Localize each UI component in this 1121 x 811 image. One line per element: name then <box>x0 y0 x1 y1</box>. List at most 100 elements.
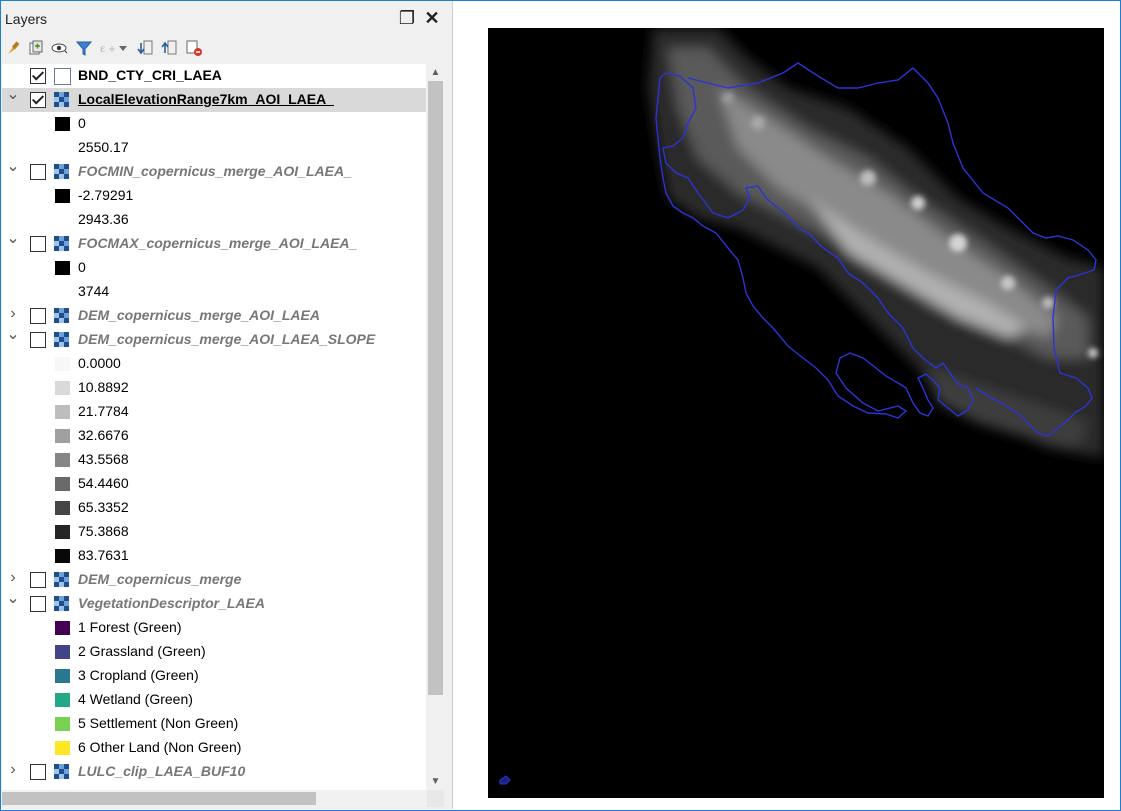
expand-arrow-icon[interactable]: › <box>6 762 20 778</box>
layer-visibility-checkbox[interactable] <box>30 68 46 84</box>
expand-arrow-icon[interactable]: › <box>6 306 20 322</box>
horizontal-scroll-thumb[interactable] <box>2 792 316 805</box>
legend-label: 3 Cropland (Green) <box>78 667 199 683</box>
raster-layer-icon <box>54 596 70 612</box>
layer-row[interactable]: › DEM_copernicus_merge_AOI_LAEA <box>2 304 426 328</box>
float-panel-icon[interactable]: ❐ <box>397 7 417 29</box>
legend-swatch <box>55 453 70 467</box>
add-group-icon[interactable] <box>27 39 45 57</box>
layer-name[interactable]: LULC_clip_LAEA_BUF10 <box>78 763 245 779</box>
layer-row[interactable]: BND_CTY_CRI_LAEA <box>2 64 426 88</box>
layer-visibility-checkbox[interactable] <box>30 92 46 108</box>
legend-item: 0 <box>2 112 426 136</box>
layer-name[interactable]: LocalElevationRange7km_AOI_LAEA_ <box>78 91 334 107</box>
legend-swatch <box>55 477 70 491</box>
legend-label: 1 Forest (Green) <box>78 619 182 635</box>
raster-layer-icon <box>54 764 70 780</box>
layer-visibility-checkbox[interactable] <box>30 308 46 324</box>
layer-name[interactable]: DEM_copernicus_merge_AOI_LAEA <box>78 307 320 323</box>
legend-label: 6 Other Land (Non Green) <box>78 739 242 755</box>
raster-layer-icon <box>54 572 70 588</box>
collapse-arrow-icon[interactable]: ⌄ <box>6 159 20 175</box>
layer-row[interactable]: › LULC_clip_LAEA_BUF10 <box>2 760 426 784</box>
map-canvas[interactable] <box>488 28 1104 798</box>
expression-filter-icon[interactable]: ε <box>99 39 117 57</box>
scroll-up-icon[interactable]: ▲ <box>427 64 444 81</box>
expand-arrow-icon[interactable]: › <box>6 570 20 586</box>
legend-item: 1 Forest (Green) <box>2 616 426 640</box>
raster-layer-icon <box>54 92 70 108</box>
layers-panel: Layers ❐ ✕ ε BND_CTY_CRI_LAEA ⌄ LocalEleva… <box>1 1 453 809</box>
legend-item: 54.4460 <box>2 472 426 496</box>
layer-visibility-checkbox[interactable] <box>30 764 46 780</box>
layer-row[interactable]: ⌄ DEM_copernicus_merge_AOI_LAEA_SLOPE <box>2 327 426 352</box>
legend-item: 10.8892 <box>2 376 426 400</box>
legend-swatch <box>55 429 70 443</box>
legend-item: 43.5568 <box>2 448 426 472</box>
legend-item: 2 Grassland (Green) <box>2 640 426 664</box>
legend-item: 0 <box>2 256 426 280</box>
layer-visibility-checkbox[interactable] <box>30 332 46 348</box>
legend-label: 83.7631 <box>78 547 129 563</box>
scroll-thumb[interactable] <box>428 81 443 695</box>
layer-name[interactable]: FOCMAX_copernicus_merge_AOI_LAEA_ <box>78 235 357 251</box>
legend-item: 3 Cropland (Green) <box>2 664 426 688</box>
vector-layer-icon <box>54 68 71 85</box>
horizontal-scrollbar[interactable] <box>2 790 444 807</box>
style-paint-icon[interactable] <box>5 39 23 57</box>
layer-row[interactable]: › DEM_copernicus_merge <box>2 568 426 592</box>
collapse-arrow-icon[interactable]: ⌄ <box>6 87 20 103</box>
legend-label: 32.6676 <box>78 427 129 443</box>
expand-all-icon[interactable] <box>137 39 155 57</box>
layer-name[interactable]: DEM_copernicus_merge <box>78 571 241 587</box>
layer-name[interactable]: DEM_copernicus_merge_AOI_LAEA_SLOPE <box>78 331 375 347</box>
layer-row[interactable]: ⌄ VegetationDescriptor_LAEA <box>2 591 426 616</box>
legend-label: 65.3352 <box>78 499 129 515</box>
layer-row[interactable]: ⌄ LocalElevationRange7km_AOI_LAEA_ <box>2 87 426 112</box>
legend-label: 21.7784 <box>78 403 129 419</box>
layer-tree[interactable]: BND_CTY_CRI_LAEA ⌄ LocalElevationRange7km_… <box>2 64 426 790</box>
legend-item: 0.0000 <box>2 352 426 376</box>
panel-title: Layers <box>5 11 48 27</box>
layer-visibility-checkbox[interactable] <box>30 164 46 180</box>
layer-visibility-checkbox[interactable] <box>30 236 46 252</box>
collapse-arrow-icon[interactable]: ⌄ <box>6 591 20 607</box>
scroll-down-icon[interactable]: ▼ <box>427 773 444 790</box>
legend-item: 6 Other Land (Non Green) <box>2 736 426 760</box>
legend-item: 3744 <box>2 280 426 304</box>
filter-icon[interactable] <box>75 39 93 57</box>
collapse-arrow-icon[interactable]: ⌄ <box>6 327 20 343</box>
legend-swatch <box>55 405 70 419</box>
layer-row[interactable]: ⌄ FOCMAX_copernicus_merge_AOI_LAEA_ <box>2 231 426 256</box>
layer-name[interactable]: VegetationDescriptor_LAEA <box>78 595 265 611</box>
legend-swatch <box>55 501 70 515</box>
island-outline <box>499 775 511 785</box>
collapse-all-icon[interactable] <box>161 39 179 57</box>
legend-label: 4 Wetland (Green) <box>78 691 193 707</box>
layer-visibility-checkbox[interactable] <box>30 572 46 588</box>
layers-toolbar: ε <box>3 37 443 61</box>
legend-label: 43.5568 <box>78 451 129 467</box>
manage-visibility-icon[interactable] <box>51 39 69 57</box>
legend-label: 75.3868 <box>78 523 129 539</box>
layer-name[interactable]: BND_CTY_CRI_LAEA <box>78 67 222 83</box>
raster-render <box>499 28 1104 785</box>
legend-item: -2.79291 <box>2 184 426 208</box>
map-view[interactable] <box>454 2 1118 808</box>
legend-swatch <box>55 213 70 227</box>
legend-label: 0.0000 <box>78 355 121 371</box>
collapse-arrow-icon[interactable]: ⌄ <box>6 231 20 247</box>
legend-swatch <box>55 117 70 131</box>
layer-name[interactable]: FOCMIN_copernicus_merge_AOI_LAEA_ <box>78 163 352 179</box>
legend-item: 5 Settlement (Non Green) <box>2 712 426 736</box>
remove-layer-icon[interactable] <box>185 39 203 57</box>
legend-label: 3744 <box>78 283 110 299</box>
raster-layer-icon <box>54 164 70 180</box>
close-panel-icon[interactable]: ✕ <box>422 7 442 29</box>
vertical-scrollbar[interactable]: ▲ ▼ <box>427 64 444 790</box>
legend-label: 0 <box>78 115 86 131</box>
layer-row[interactable]: ⌄ FOCMIN_copernicus_merge_AOI_LAEA_ <box>2 159 426 184</box>
dropdown-icon[interactable] <box>117 39 129 57</box>
layer-visibility-checkbox[interactable] <box>30 596 46 612</box>
legend-label: 54.4460 <box>78 475 129 491</box>
